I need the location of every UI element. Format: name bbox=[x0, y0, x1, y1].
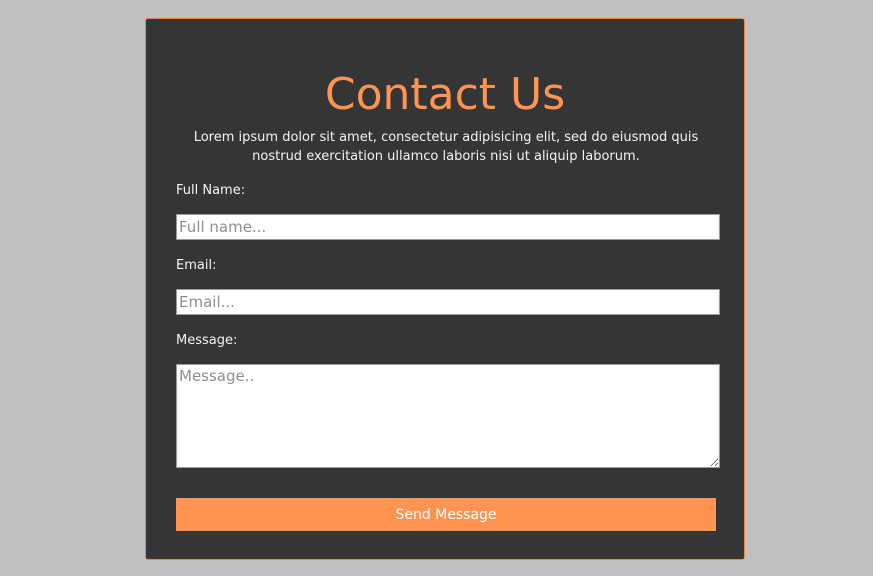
full-name-input[interactable] bbox=[176, 214, 720, 240]
message-label: Message: bbox=[176, 333, 238, 348]
full-name-label: Full Name: bbox=[176, 183, 246, 198]
email-input[interactable] bbox=[176, 289, 720, 315]
message-textarea[interactable] bbox=[176, 364, 720, 468]
email-label: Email: bbox=[176, 258, 217, 273]
form-description: Lorem ipsum dolor sit amet, consectetur … bbox=[193, 130, 699, 164]
page-title: Contact Us bbox=[324, 69, 566, 120]
send-message-button[interactable]: Send Message bbox=[176, 498, 716, 531]
contact-form-card: Contact Us Lorem ipsum dolor sit amet, c… bbox=[145, 18, 745, 560]
